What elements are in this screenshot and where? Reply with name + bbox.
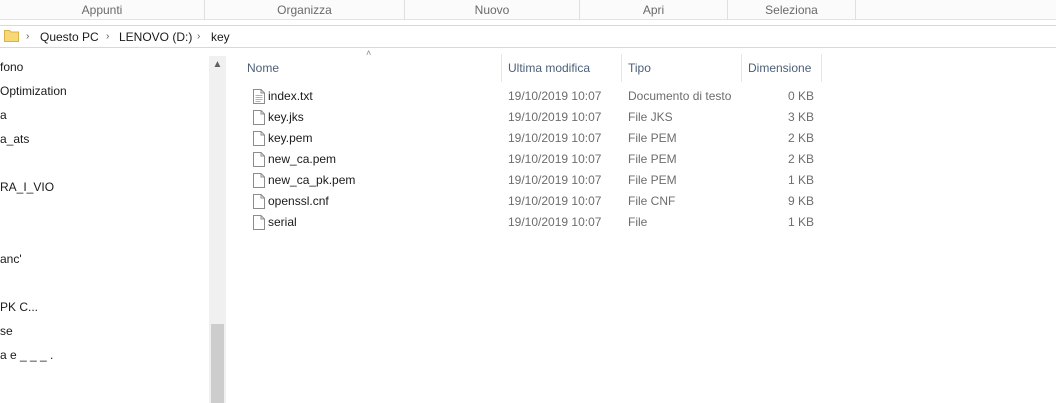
- file-type: Documento di testo: [628, 89, 732, 103]
- column-header-size[interactable]: Dimensione: [748, 60, 811, 76]
- file-modified: 19/10/2019 10:07: [508, 110, 602, 124]
- file-icon: [253, 152, 265, 167]
- file-icon: [253, 173, 265, 188]
- file-row[interactable]: new_ca_pk.pem 19/10/2019 10:07 File PEM …: [244, 170, 821, 191]
- file-size: 9 KB: [787, 194, 814, 208]
- folder-icon: [4, 30, 19, 42]
- file-icon: [253, 194, 265, 209]
- chevron-right-icon[interactable]: ›: [197, 30, 200, 44]
- nav-item[interactable]: fono: [0, 59, 23, 75]
- column-divider[interactable]: [501, 54, 502, 82]
- file-name: index.txt: [268, 89, 313, 103]
- file-modified: 19/10/2019 10:07: [508, 131, 602, 145]
- file-type: File CNF: [628, 194, 676, 208]
- chevron-right-icon[interactable]: ›: [26, 30, 29, 44]
- file-row[interactable]: openssl.cnf 19/10/2019 10:07 File CNF 9 …: [244, 191, 821, 212]
- nav-item[interactable]: RA_I_VIO: [0, 179, 54, 195]
- file-type: File PEM: [628, 152, 677, 166]
- ribbon-group-select[interactable]: Seleziona: [728, 0, 856, 20]
- file-row[interactable]: key.pem 19/10/2019 10:07 File PEM 2 KB: [244, 128, 821, 149]
- ribbon-group-bar: Appunti Organizza Nuovo Apri Seleziona: [0, 0, 1056, 20]
- column-divider[interactable]: [741, 54, 742, 82]
- text-file-icon: [253, 89, 265, 104]
- nav-item[interactable]: a e _ _ _ .: [0, 347, 53, 363]
- file-name: key.pem: [268, 131, 313, 145]
- ribbon-group-open[interactable]: Apri: [580, 0, 728, 20]
- file-row[interactable]: new_ca.pem 19/10/2019 10:07 File PEM 2 K…: [244, 149, 821, 170]
- file-icon: [253, 131, 265, 146]
- column-header-type[interactable]: Tipo: [628, 60, 651, 76]
- nav-item[interactable]: Optimization: [0, 83, 67, 99]
- breadcrumb-this-pc[interactable]: Questo PC: [40, 30, 99, 44]
- file-type: File: [628, 215, 648, 229]
- file-name: serial: [268, 215, 297, 229]
- file-row[interactable]: key.jks 19/10/2019 10:07 File JKS 3 KB: [244, 107, 821, 128]
- column-divider[interactable]: [621, 54, 622, 82]
- file-type: File PEM: [628, 173, 677, 187]
- file-name: new_ca_pk.pem: [268, 173, 356, 187]
- file-icon: [253, 110, 265, 125]
- column-divider[interactable]: [821, 54, 822, 82]
- file-size: 2 KB: [787, 131, 814, 145]
- sort-ascending-icon: ˄: [366, 48, 372, 58]
- file-size: 1 KB: [787, 215, 814, 229]
- column-header-modified[interactable]: Ultima modifica: [508, 60, 590, 76]
- breadcrumb-key[interactable]: key: [211, 30, 230, 44]
- nav-scrollbar-thumb[interactable]: [211, 324, 224, 403]
- file-row[interactable]: index.txt 19/10/2019 10:07 Documento di …: [244, 86, 821, 107]
- navigation-pane: fono Optimization a a_ats RA_I_VIO anc' …: [0, 48, 228, 403]
- column-header-name[interactable]: Nome: [247, 60, 279, 76]
- ribbon-group-organize[interactable]: Organizza: [205, 0, 405, 20]
- nav-item[interactable]: a_ats: [0, 131, 29, 147]
- nav-item[interactable]: PK C...: [0, 299, 38, 315]
- file-type: File PEM: [628, 131, 677, 145]
- nav-item[interactable]: a: [0, 107, 7, 123]
- file-modified: 19/10/2019 10:07: [508, 89, 602, 103]
- nav-item[interactable]: anc': [0, 251, 22, 267]
- address-bar[interactable]: › Questo PC › LENOVO (D:) › key: [0, 25, 1056, 48]
- file-name: key.jks: [268, 110, 304, 124]
- chevron-right-icon[interactable]: ›: [106, 30, 109, 44]
- file-icon: [253, 215, 265, 230]
- file-type: File JKS: [628, 110, 673, 124]
- ribbon-group-clipboard[interactable]: Appunti: [0, 0, 205, 20]
- file-modified: 19/10/2019 10:07: [508, 194, 602, 208]
- file-modified: 19/10/2019 10:07: [508, 215, 602, 229]
- file-row[interactable]: serial 19/10/2019 10:07 File 1 KB: [244, 212, 821, 233]
- breadcrumb-drive[interactable]: LENOVO (D:): [119, 30, 192, 44]
- file-modified: 19/10/2019 10:07: [508, 152, 602, 166]
- nav-item[interactable]: se: [0, 323, 13, 339]
- scroll-up-arrow-icon[interactable]: ▲: [209, 56, 226, 73]
- file-name: openssl.cnf: [268, 194, 329, 208]
- file-size: 1 KB: [787, 173, 814, 187]
- file-size: 0 KB: [787, 89, 814, 103]
- file-modified: 19/10/2019 10:07: [508, 173, 602, 187]
- file-size: 2 KB: [787, 152, 814, 166]
- file-name: new_ca.pem: [268, 152, 337, 166]
- ribbon-group-new[interactable]: Nuovo: [405, 0, 580, 20]
- file-size: 3 KB: [787, 110, 814, 124]
